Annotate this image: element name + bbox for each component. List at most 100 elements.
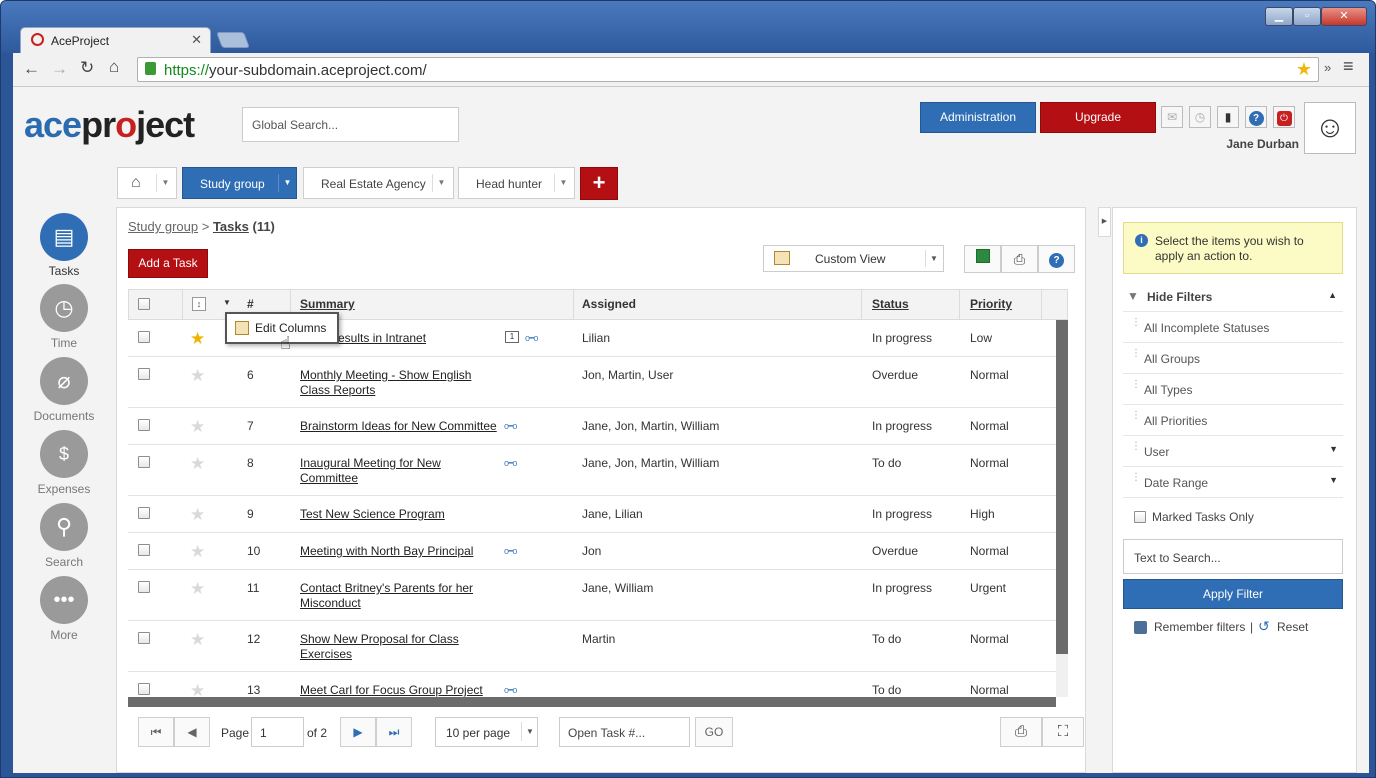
task-summary[interactable]: Meeting with North Bay Principal [300, 544, 473, 559]
new-tab-button[interactable] [216, 32, 250, 48]
table-row[interactable]: ★ 7 Brainstorm Ideas for New Committee o… [128, 408, 1056, 445]
last-page-button[interactable]: ⏭ [376, 717, 412, 747]
collapse-panel-toggle[interactable]: ▶ [1098, 207, 1111, 237]
reload-icon[interactable]: ↻ [80, 58, 94, 78]
chevron-down-icon[interactable]: ▼ [278, 174, 296, 192]
maximize-button[interactable]: ▫ [1293, 7, 1321, 26]
help-icon[interactable]: ? [1038, 245, 1075, 273]
table-row[interactable]: ★ 6 Monthly Meeting - Show English Class … [128, 357, 1056, 408]
table-row[interactable]: ★ 8 Inaugural Meeting for New Committee o… [128, 445, 1056, 496]
close-tab-icon[interactable]: ✕ [191, 32, 202, 48]
view-selector[interactable]: Custom View ▼ [763, 245, 944, 272]
alarm-clock-icon[interactable]: ◷ [1189, 106, 1211, 128]
add-project-button[interactable]: + [580, 167, 618, 200]
table-row[interactable]: ★ 11 Contact Britney's Parents for her Mi… [128, 570, 1056, 621]
tab-study-group[interactable]: Study group ▼ [182, 167, 297, 199]
row-checkbox[interactable] [138, 581, 150, 593]
star-icon[interactable]: ★ [190, 682, 205, 697]
chevron-down-icon[interactable]: ▼ [554, 174, 572, 192]
row-checkbox[interactable] [138, 507, 150, 519]
row-checkbox[interactable] [138, 683, 150, 695]
home-icon[interactable]: ⌂ [109, 57, 119, 77]
row-checkbox[interactable] [138, 456, 150, 468]
filter-priorities[interactable]: ⋮ All Priorities [1123, 405, 1343, 436]
filter-statuses[interactable]: ⋮ All Incomplete Statuses [1123, 312, 1343, 343]
tab-real-estate-agency[interactable]: Real Estate Agency ▼ [303, 167, 454, 199]
filter-user[interactable]: ⋮ User ▼ [1123, 436, 1343, 467]
help-icon[interactable]: ? [1245, 106, 1267, 128]
print-icon[interactable]: ⎙ [1000, 717, 1042, 747]
sidebar-item-time[interactable]: ◷ Time [13, 280, 113, 352]
address-bar[interactable]: https://your-subdomain.aceproject.com/ ★ [137, 57, 1319, 82]
vertical-scrollbar[interactable] [1056, 320, 1068, 697]
table-row[interactable]: ★ 10 Meeting with North Bay Principal o━… [128, 533, 1056, 570]
chevron-down-icon[interactable]: ▼ [432, 174, 450, 192]
browser-tab[interactable]: AceProject ✕ [20, 27, 211, 53]
sidebar-item-expenses[interactable]: $ Expenses [13, 426, 113, 498]
chevron-down-icon[interactable]: ▼ [925, 250, 942, 267]
task-summary[interactable]: Brainstorm Ideas for New Committee [300, 419, 497, 434]
mobile-icon[interactable]: ▮ [1217, 106, 1239, 128]
forward-icon[interactable]: → [51, 59, 68, 79]
close-window-button[interactable]: ✕ [1321, 7, 1367, 26]
star-icon[interactable]: ★ [190, 367, 205, 384]
print-icon[interactable]: ⎙ [1001, 245, 1038, 273]
filter-types[interactable]: ⋮ All Types [1123, 374, 1343, 405]
add-task-button[interactable]: Add a Task [128, 249, 208, 278]
star-icon[interactable]: ★ [190, 580, 205, 597]
aceproject-logo[interactable]: aceproject [24, 105, 195, 145]
marked-tasks-checkbox[interactable] [1134, 511, 1146, 523]
text-search-input[interactable]: Text to Search... [1123, 539, 1343, 574]
task-summary[interactable]: Inaugural Meeting for New Committee [300, 456, 441, 486]
export-excel-icon[interactable] [964, 245, 1001, 273]
task-summary[interactable]: Show New Proposal for Class Exercises [300, 632, 459, 662]
col-status-header[interactable]: Status [872, 289, 909, 319]
sort-icon[interactable]: ↕ [192, 297, 206, 311]
open-task-input[interactable]: Open Task #... [559, 717, 690, 747]
bookmark-star-icon[interactable]: ★ [1296, 59, 1312, 80]
table-row[interactable]: ★ 9 Test New Science Program Jane, Lilia… [128, 496, 1056, 533]
star-icon[interactable]: ★ [190, 418, 205, 435]
select-all-checkbox[interactable] [138, 298, 150, 310]
task-summary[interactable]: Monthly Meeting - Show English Class Repo… [300, 368, 471, 398]
breadcrumb-section[interactable]: Tasks [213, 219, 249, 234]
extensions-chevron-icon[interactable]: » [1324, 60, 1331, 75]
remember-filters-link[interactable]: Remember filters [1154, 620, 1245, 634]
mail-icon[interactable]: ✉ [1161, 106, 1183, 128]
breadcrumb-project-link[interactable]: Study group [128, 219, 198, 234]
columns-dropdown-icon[interactable]: ▼ [223, 298, 231, 307]
table-row[interactable]: ★ 13 Meet Carl for Focus Group Project o… [128, 672, 1056, 697]
table-row[interactable]: ★ 12 Show New Proposal for Class Exercise… [128, 621, 1056, 672]
apply-filter-button[interactable]: Apply Filter [1123, 579, 1343, 609]
reset-link[interactable]: Reset [1277, 620, 1308, 634]
scrollbar-thumb[interactable] [1056, 320, 1068, 654]
task-summary[interactable]: Contact Britney's Parents for her Miscond… [300, 581, 473, 611]
fullscreen-icon[interactable]: ⛶ [1042, 717, 1084, 747]
upgrade-button[interactable]: Upgrade [1040, 102, 1156, 133]
task-summary[interactable]: Meet Carl for Focus Group Project [300, 683, 483, 697]
go-button[interactable]: GO [695, 717, 733, 747]
per-page-select[interactable]: 10 per page ▼ [435, 717, 538, 747]
sidebar-item-tasks[interactable]: ▤ Tasks [13, 207, 113, 279]
sidebar-item-search[interactable]: ⚲ Search [13, 499, 113, 571]
filter-groups[interactable]: ⋮ All Groups [1123, 343, 1343, 374]
hide-filters-toggle[interactable]: ▼ Hide Filters ▲ [1123, 282, 1343, 312]
col-priority-header[interactable]: Priority [970, 289, 1012, 319]
user-avatar[interactable]: ☺ [1304, 102, 1356, 154]
star-icon[interactable]: ★ [190, 543, 205, 560]
row-checkbox[interactable] [138, 544, 150, 556]
horizontal-scrollbar[interactable] [128, 697, 1056, 707]
tab-head-hunter[interactable]: Head hunter ▼ [458, 167, 575, 199]
row-checkbox[interactable] [138, 632, 150, 644]
logout-power-icon[interactable]: ⏻ [1273, 106, 1295, 128]
chevron-down-icon[interactable]: ▼ [521, 722, 538, 741]
page-number-input[interactable]: 1 [251, 717, 304, 747]
filter-date-range[interactable]: ⋮ Date Range ▼ [1123, 467, 1343, 498]
administration-button[interactable]: Administration [920, 102, 1036, 133]
star-icon[interactable]: ★ [190, 330, 205, 347]
sidebar-item-more[interactable]: ••• More [13, 572, 113, 644]
col-assigned-header[interactable]: Assigned [582, 289, 636, 319]
minimize-button[interactable]: ▁ [1265, 7, 1293, 26]
star-icon[interactable]: ★ [190, 455, 205, 472]
prev-page-button[interactable]: ◀ [174, 717, 210, 747]
